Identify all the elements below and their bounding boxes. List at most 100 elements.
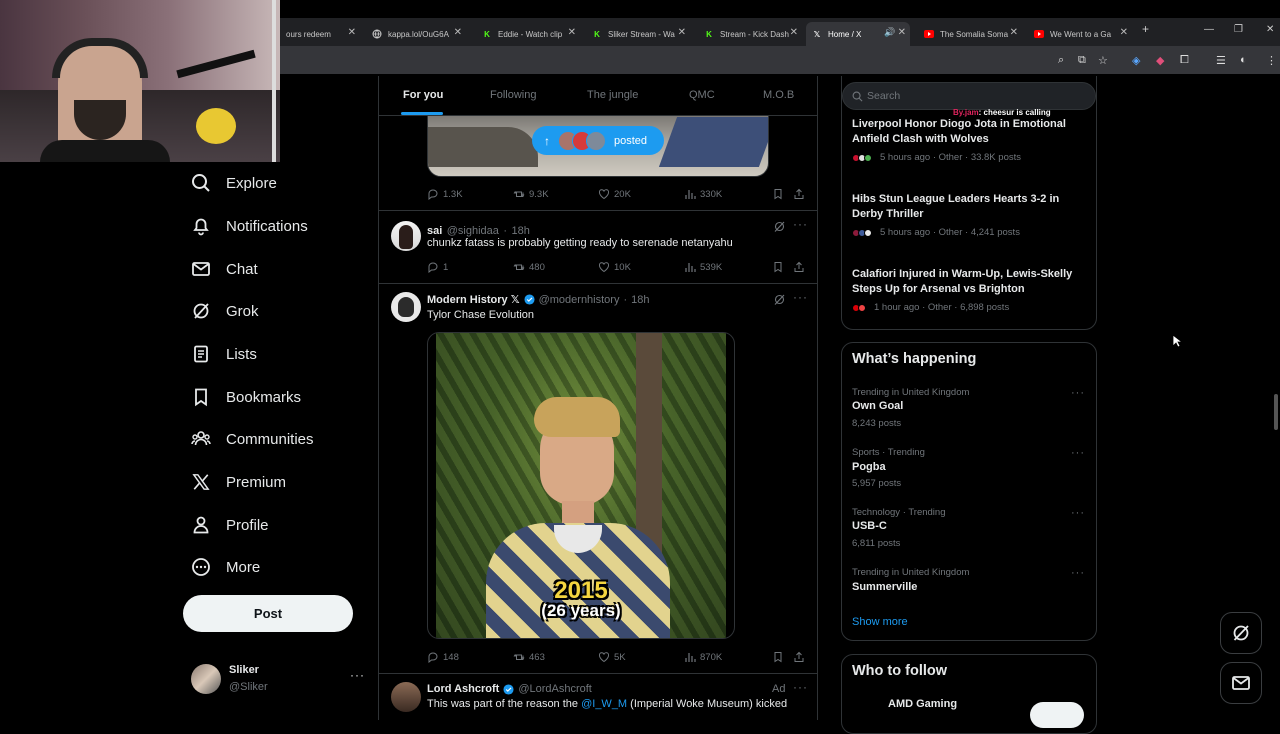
nav-chat[interactable]: Chat [190,253,258,285]
author-handle[interactable]: @sighidaa [447,225,499,237]
nav-communities[interactable]: Communities [190,423,314,455]
nav-profile[interactable]: Profile [190,509,269,541]
close-window-icon[interactable]: ✕ [1266,24,1274,35]
close-icon[interactable]: ✕ [1120,27,1128,38]
mention-link[interactable]: @I_W_M [581,698,627,710]
news-title[interactable]: Calafiori Injured in Warm-Up, Lewis-Skel… [852,267,1087,296]
avatar[interactable] [391,682,421,712]
bookmark-star-icon[interactable]: ☆ [1098,54,1108,67]
tab-following[interactable]: Following [490,89,536,101]
account-switcher[interactable]: Sliker @Sliker ··· [183,658,373,702]
trend-name[interactable]: USB-C [852,520,887,532]
extensions-puzzle-icon[interactable]: ⧠ [1180,54,1189,67]
reply-button[interactable]: 148 [427,651,459,663]
more-dots-icon[interactable]: ··· [793,217,808,231]
browser-tab[interactable]: The Somalia Soma ✕ [918,22,1022,46]
search-input[interactable]: Search [842,82,1096,110]
bookmark-button[interactable] [772,261,788,273]
more-dots-icon[interactable]: ··· [1071,507,1085,519]
author-handle[interactable]: @modernhistory [539,294,620,306]
reply-button[interactable]: 1 [427,261,448,273]
post-button[interactable]: Post [183,595,353,632]
browser-tab[interactable]: ours redeem ✕ [280,22,360,46]
repost-button[interactable]: 480 [513,261,545,273]
tweet-time[interactable]: 18h [631,294,649,306]
author-name[interactable]: Modern History 𝕏 [427,293,520,306]
browser-tab[interactable]: K Eddie - Watch clip ✕ [476,22,580,46]
repost-button[interactable]: 9.3K [513,188,549,200]
minimize-icon[interactable]: — [1204,24,1214,35]
author-name[interactable]: Lord Ashcroft [427,683,499,695]
tweet-time[interactable]: 18h [511,225,529,237]
repost-button[interactable]: 463 [513,651,545,663]
nav-more[interactable]: More [190,551,260,583]
like-button[interactable]: 5K [598,651,626,663]
browser-tab[interactable]: K Stream - Kick Dash ✕ [698,22,802,46]
more-dots-icon[interactable]: ··· [793,680,808,694]
close-icon[interactable]: ✕ [898,27,906,38]
share-button[interactable] [793,188,809,200]
nav-explore[interactable]: Explore [190,167,277,199]
suggested-account-name[interactable]: AMD Gaming [888,698,957,710]
speaker-icon[interactable]: 🔊 [884,27,895,38]
bookmark-button[interactable] [772,188,788,200]
tab-for-you[interactable]: For you [403,89,443,101]
like-button[interactable]: 10K [598,261,631,273]
nav-premium[interactable]: Premium [190,466,286,498]
grok-icon[interactable] [773,293,786,311]
profile-avatar-icon[interactable]: ◐ [1240,54,1247,66]
close-icon[interactable]: ✕ [568,27,576,38]
views-button[interactable]: 330K [684,188,722,200]
tab-the-jungle[interactable]: The jungle [587,89,638,101]
new-posts-pill[interactable]: ↑ posted [532,126,664,155]
like-button[interactable]: 20K [598,188,631,200]
nav-bookmarks[interactable]: Bookmarks [190,381,301,413]
trend-name[interactable]: Own Goal [852,400,903,412]
browser-tab-active[interactable]: 𝕏 Home / X 🔊 ✕ [806,22,910,46]
close-icon[interactable]: ✕ [678,27,686,38]
nav-grok[interactable]: Grok [190,295,259,327]
share-button[interactable] [793,651,809,663]
tweet-video[interactable]: 2015 (26 years) [427,332,735,639]
new-tab-button[interactable]: + [1142,22,1149,36]
news-title[interactable]: Liverpool Honor Diogo Jota in Emotional … [852,117,1087,146]
grok-floating-button[interactable] [1220,612,1262,654]
reply-button[interactable]: 1.3K [427,188,463,200]
reading-list-icon[interactable]: ☰ [1216,54,1226,67]
news-title[interactable]: Hibs Stun League Leaders Hearts 3-2 in D… [852,192,1087,221]
more-dots-icon[interactable]: ··· [1071,387,1085,399]
extension-icon[interactable]: ◆ [1156,54,1164,67]
close-icon[interactable]: ✕ [790,27,798,38]
views-button[interactable]: 870K [684,651,722,663]
author-handle[interactable]: @LordAshcroft [518,683,592,695]
share-button[interactable] [793,261,809,273]
more-dots-icon[interactable]: ··· [1071,447,1085,459]
more-dots-icon[interactable]: ··· [793,290,808,304]
tab-qmc[interactable]: QMC [689,89,715,101]
close-icon[interactable]: ✕ [1010,27,1018,38]
browser-tab[interactable]: K Sliker Stream - Wa ✕ [586,22,690,46]
zoom-icon[interactable]: ⌕ [1058,54,1064,67]
views-button[interactable]: 539K [684,261,722,273]
show-more-link[interactable]: Show more [852,616,908,628]
avatar[interactable] [391,292,421,322]
avatar[interactable] [391,221,421,251]
browser-tab[interactable]: We Went to a Ga ✕ [1028,22,1132,46]
browser-tab[interactable]: kappa.lol/OuG6A ✕ [366,22,466,46]
trend-name[interactable]: Pogba [852,461,886,473]
bookmark-button[interactable] [772,651,788,663]
install-app-icon[interactable]: ⧉ [1078,54,1086,67]
restore-icon[interactable]: ❐ [1234,24,1243,35]
grok-icon[interactable] [773,220,786,238]
author-name[interactable]: sai [427,225,442,237]
more-dots-icon[interactable]: ··· [1071,567,1085,579]
follow-button[interactable] [1030,702,1084,728]
close-icon[interactable]: ✕ [348,27,356,38]
browser-menu-icon[interactable]: ⋮ [1266,54,1277,67]
nav-lists[interactable]: Lists [190,338,257,370]
scrollbar-thumb[interactable] [1274,394,1278,430]
tab-mob[interactable]: M.O.B [763,89,794,101]
messages-floating-button[interactable] [1220,662,1262,704]
close-icon[interactable]: ✕ [454,27,462,38]
nav-notifications[interactable]: Notifications [190,210,308,242]
